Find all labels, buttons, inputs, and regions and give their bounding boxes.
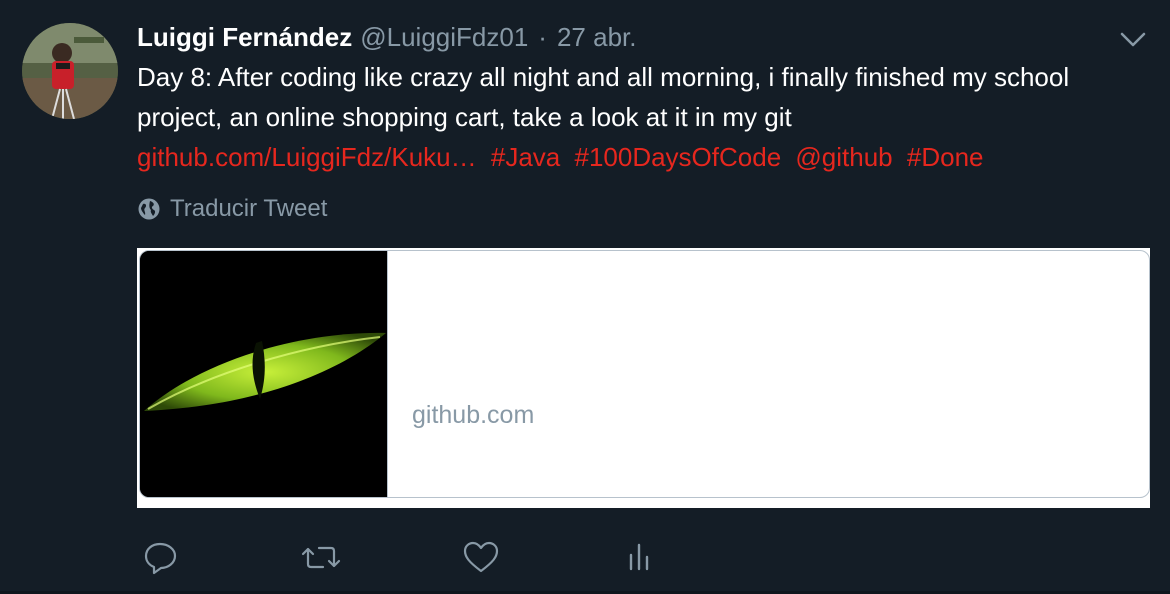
card-domain: github.com [412, 401, 535, 429]
link-card-frame: github.com [139, 250, 1150, 498]
tweet-date[interactable]: 27 abr. [557, 22, 637, 53]
author-handle[interactable]: @LuiggiFdz01 [360, 22, 528, 53]
tweet-links: github.com/LuiggiFdz/Kuku… #Java #100Day… [137, 137, 984, 177]
chevron-down-icon[interactable] [1118, 26, 1148, 52]
mention-github[interactable]: @github [795, 142, 892, 172]
analytics-icon[interactable] [617, 537, 661, 577]
translate-tweet-link[interactable]: Traducir Tweet [137, 194, 327, 224]
avatar[interactable] [22, 23, 118, 119]
hashtag-100daysofcode[interactable]: #100DaysOfCode [574, 142, 781, 172]
author-name[interactable]: Luiggi Fernández [137, 22, 352, 53]
tweet-text: Day 8: After coding like crazy all night… [137, 62, 1070, 132]
retweet-icon[interactable] [299, 537, 343, 577]
link-card[interactable]: github.com [137, 248, 1150, 508]
tweet-header: Luiggi Fernández @LuiggiFdz01 · 27 abr. [137, 22, 636, 56]
tweet-link[interactable]: github.com/LuiggiFdz/Kuku… [137, 142, 477, 172]
hashtag-java[interactable]: #Java [491, 142, 560, 172]
translate-label: Traducir Tweet [170, 195, 328, 222]
globe-icon [138, 198, 160, 220]
cat-eye-image [140, 251, 388, 497]
reply-icon[interactable] [141, 537, 185, 577]
tweet[interactable]: Luiggi Fernández @LuiggiFdz01 · 27 abr. … [0, 0, 1170, 594]
heart-icon[interactable] [459, 537, 503, 577]
hashtag-done[interactable]: #Done [907, 142, 984, 172]
header-separator: · [538, 22, 547, 52]
